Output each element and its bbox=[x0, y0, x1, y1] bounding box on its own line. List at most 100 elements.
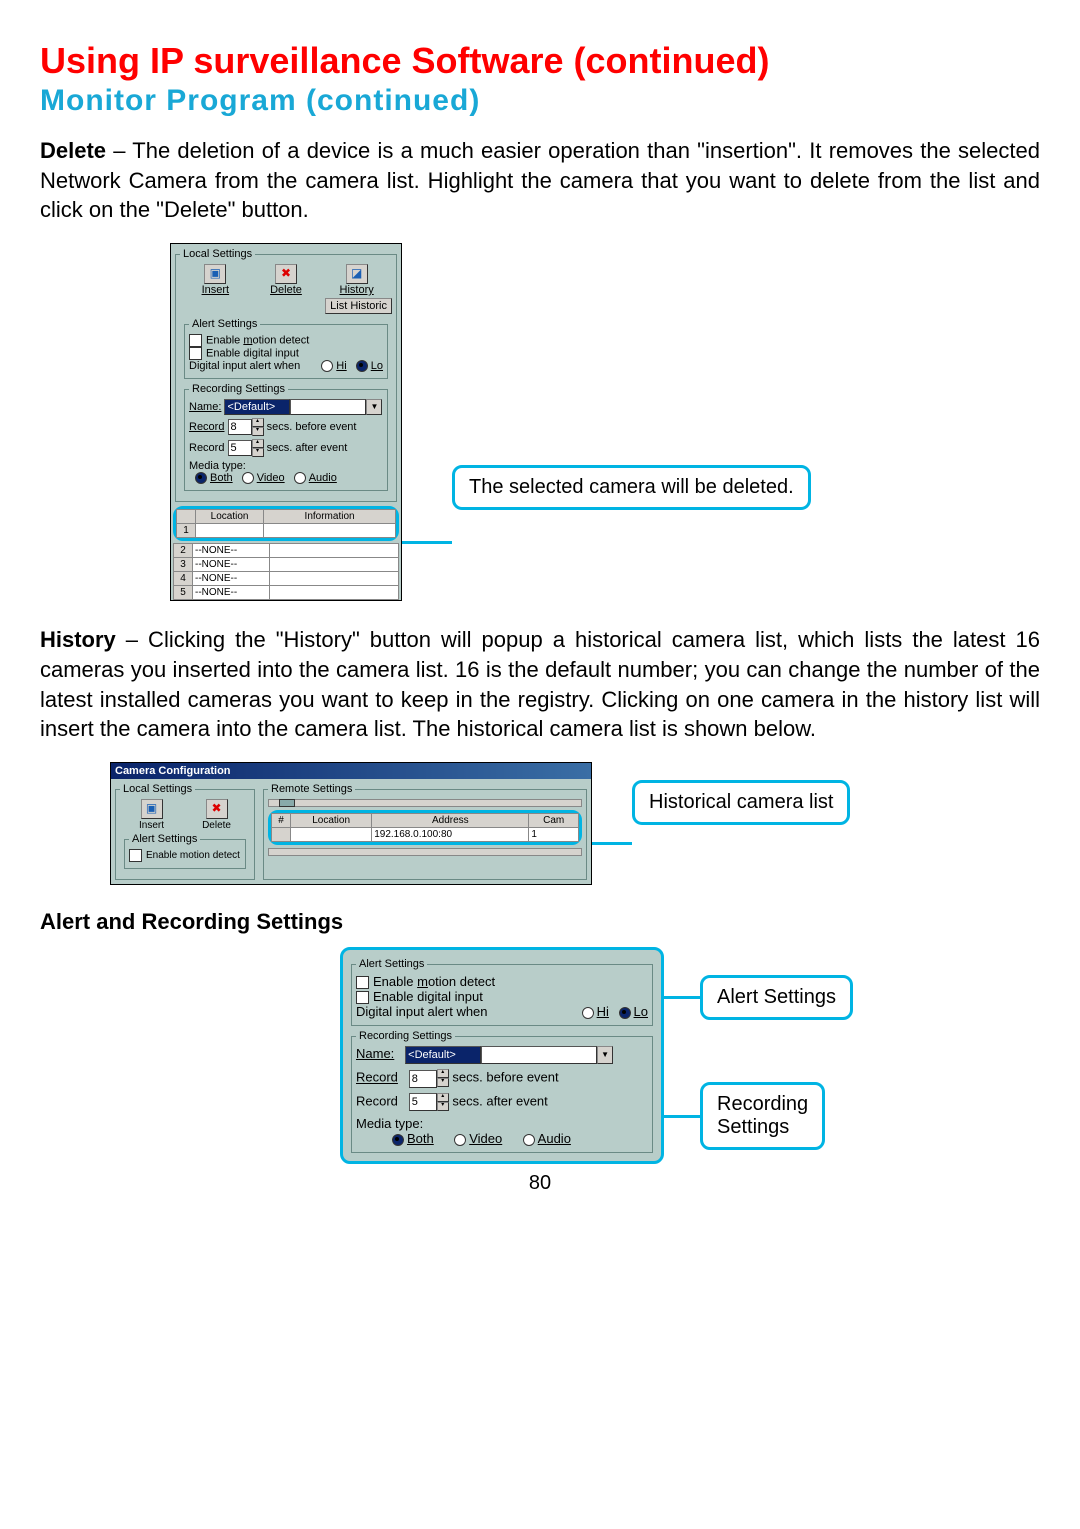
lo-radio[interactable] bbox=[619, 1007, 631, 1019]
audio-radio[interactable] bbox=[523, 1134, 535, 1146]
spinner-icon[interactable]: ▴▾ bbox=[252, 418, 264, 436]
camera-table-rest: 2--NONE-- 3--NONE-- 4--NONE-- 5--NONE-- bbox=[173, 543, 399, 600]
recording-settings-group: Recording Settings Name: <Default>▼ Reco… bbox=[351, 1030, 653, 1153]
video-radio[interactable] bbox=[242, 472, 254, 484]
delete-icon[interactable]: ✖ bbox=[206, 799, 228, 819]
motion-checkbox[interactable] bbox=[189, 334, 202, 347]
col-information: Information bbox=[264, 510, 396, 524]
alert-legend: Alert Settings bbox=[129, 833, 200, 845]
alert-settings-group: Alert Settings Enable motion detect Enab… bbox=[351, 958, 653, 1026]
paragraph-delete: Delete – The deletion of a device is a m… bbox=[40, 136, 1040, 225]
both-label: Both bbox=[407, 1131, 434, 1146]
record-after-input[interactable]: 5 bbox=[228, 440, 252, 456]
table-row[interactable]: 1192.168.0.100:80 bbox=[177, 524, 396, 538]
name-label: Name: bbox=[356, 1046, 394, 1061]
hi-label: Hi bbox=[336, 360, 346, 372]
col-cam: Cam bbox=[529, 814, 579, 828]
media-type-label: Media type: bbox=[189, 460, 383, 472]
delete-text: – The deletion of a device is a much eas… bbox=[40, 138, 1040, 222]
callout-historical-list: Historical camera list bbox=[632, 780, 850, 825]
table-row[interactable]: 192.168.0.100:801 bbox=[272, 828, 579, 842]
motion-checkbox[interactable] bbox=[356, 976, 369, 989]
delete-button[interactable]: Delete bbox=[202, 820, 231, 831]
callout-alert-settings: Alert Settings bbox=[700, 975, 853, 1020]
lo-label: Lo bbox=[371, 360, 383, 372]
page-title: Using IP surveillance Software (continue… bbox=[40, 40, 1040, 82]
insert-icon[interactable]: ▣ bbox=[141, 799, 163, 819]
digital-label: Enable digital input bbox=[206, 347, 299, 359]
table-row[interactable]: 3--NONE-- bbox=[174, 558, 399, 572]
record-before-label: Record bbox=[356, 1070, 398, 1085]
dialog-titlebar: Camera Configuration bbox=[111, 763, 591, 779]
digital-checkbox[interactable] bbox=[356, 991, 369, 1004]
camera-table: LocationInformation 1192.168.0.100:80 bbox=[176, 509, 396, 538]
local-settings-group: Local Settings ▣Insert ✖Delete Alert Set… bbox=[115, 783, 255, 880]
motion-checkbox[interactable] bbox=[129, 849, 142, 862]
delete-button[interactable]: Delete bbox=[265, 284, 307, 296]
history-list-highlight: #LocationAddressCam 192.168.0.100:801 bbox=[268, 810, 582, 845]
digital-when-label: Digital input alert when bbox=[189, 360, 300, 372]
page-subtitle: Monitor Program (continued) bbox=[40, 84, 1040, 118]
alert-legend: Alert Settings bbox=[356, 958, 427, 970]
both-radio[interactable] bbox=[195, 472, 207, 484]
name-combo[interactable]: <Default>▼ bbox=[405, 1046, 613, 1064]
local-legend: Local Settings bbox=[120, 783, 195, 795]
col-location: Location bbox=[196, 510, 264, 524]
recording-settings-group: Recording Settings Name: <Default>▼ Reco… bbox=[184, 383, 388, 491]
insert-button[interactable]: Insert bbox=[194, 284, 236, 296]
col-address: Address bbox=[372, 814, 529, 828]
history-button[interactable]: History bbox=[336, 284, 378, 296]
list-historic-button[interactable]: List Historic bbox=[325, 298, 392, 314]
local-settings-legend: Local Settings bbox=[180, 248, 255, 260]
record-after-input[interactable]: 5 bbox=[409, 1093, 437, 1111]
hi-radio[interactable] bbox=[582, 1007, 594, 1019]
scrollbar[interactable] bbox=[268, 848, 582, 856]
hi-radio[interactable] bbox=[321, 360, 333, 372]
motion-label: Enable motion detect bbox=[373, 974, 495, 989]
digital-when-label: Digital input alert when bbox=[356, 1004, 488, 1019]
record-after-label: Record bbox=[356, 1093, 398, 1108]
table-row[interactable]: 4--NONE-- bbox=[174, 572, 399, 586]
local-settings-group: Local Settings ▣ Insert ✖ Delete ◪ Histo… bbox=[175, 248, 397, 502]
callout-recording-settings: RecordingSettings bbox=[700, 1082, 825, 1150]
spinner-icon[interactable]: ▴▾ bbox=[252, 439, 264, 457]
alert-legend: Alert Settings bbox=[189, 318, 260, 330]
audio-label: Audio bbox=[309, 472, 337, 484]
recording-legend: Recording Settings bbox=[189, 383, 288, 395]
both-radio[interactable] bbox=[392, 1134, 404, 1146]
alert-settings-group: Alert Settings Enable motion detect bbox=[124, 833, 246, 869]
insert-icon[interactable]: ▣ bbox=[204, 264, 226, 284]
digital-checkbox[interactable] bbox=[189, 347, 202, 360]
remote-legend: Remote Settings bbox=[268, 783, 355, 795]
record-before-input[interactable]: 8 bbox=[409, 1070, 437, 1088]
recording-legend: Recording Settings bbox=[356, 1030, 455, 1042]
hi-label: Hi bbox=[597, 1004, 609, 1019]
alert-recording-heading: Alert and Recording Settings bbox=[40, 909, 1040, 935]
record-before-input[interactable]: 8 bbox=[228, 419, 252, 435]
spinner-icon[interactable]: ▴▾ bbox=[437, 1093, 449, 1111]
name-combo[interactable]: <Default>▼ bbox=[224, 399, 382, 415]
col-location: Location bbox=[291, 814, 372, 828]
history-table: #LocationAddressCam 192.168.0.100:801 bbox=[271, 813, 579, 842]
alert-settings-group: Alert Settings Enable motion detect Enab… bbox=[184, 318, 388, 379]
page-number: 80 bbox=[40, 1172, 1040, 1195]
record-before-label: Record bbox=[189, 421, 224, 433]
table-row[interactable]: 2--NONE-- bbox=[174, 544, 399, 558]
scrollbar[interactable] bbox=[268, 799, 582, 807]
lo-radio[interactable] bbox=[356, 360, 368, 372]
lo-label: Lo bbox=[634, 1004, 648, 1019]
delete-icon[interactable]: ✖ bbox=[275, 264, 297, 284]
insert-button[interactable]: Insert bbox=[139, 820, 164, 831]
name-label: Name: bbox=[189, 401, 221, 413]
camera-config-dialog: Camera Configuration Local Settings ▣Ins… bbox=[110, 762, 592, 885]
video-label: Video bbox=[469, 1131, 502, 1146]
history-text: – Clicking the "History" button will pop… bbox=[40, 627, 1040, 741]
video-radio[interactable] bbox=[454, 1134, 466, 1146]
camera-list-highlight: LocationInformation 1192.168.0.100:80 bbox=[173, 506, 399, 541]
audio-radio[interactable] bbox=[294, 472, 306, 484]
remote-settings-group: Remote Settings #LocationAddressCam 192.… bbox=[263, 783, 587, 880]
spinner-icon[interactable]: ▴▾ bbox=[437, 1069, 449, 1087]
motion-label: Enable motion detect bbox=[206, 334, 309, 346]
history-icon[interactable]: ◪ bbox=[346, 264, 368, 284]
table-row[interactable]: 5--NONE-- bbox=[174, 586, 399, 600]
